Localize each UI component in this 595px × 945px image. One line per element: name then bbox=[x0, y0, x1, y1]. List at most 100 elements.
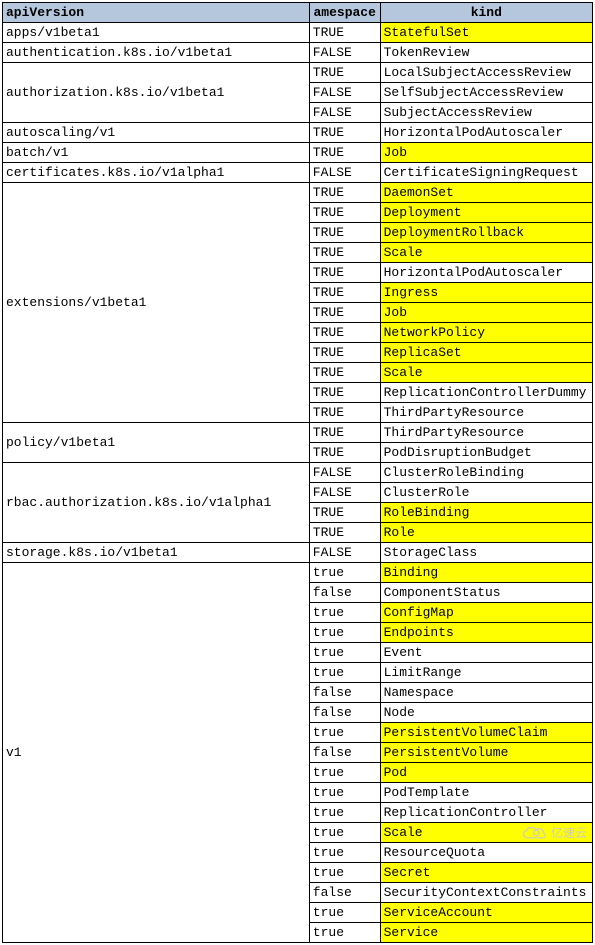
namespace-cell: TRUE bbox=[309, 423, 380, 443]
apiversion-cell: policy/v1beta1 bbox=[3, 423, 310, 463]
namespace-cell: true bbox=[309, 863, 380, 883]
namespace-cell: FALSE bbox=[309, 163, 380, 183]
table-row: autoscaling/v1TRUEHorizontalPodAutoscale… bbox=[3, 123, 593, 143]
namespace-cell: TRUE bbox=[309, 303, 380, 323]
namespace-cell: TRUE bbox=[309, 243, 380, 263]
kind-cell: Node bbox=[380, 703, 592, 723]
namespace-cell: true bbox=[309, 923, 380, 943]
kind-cell: HorizontalPodAutoscaler bbox=[380, 263, 592, 283]
kind-cell: Scale bbox=[380, 823, 592, 843]
namespace-cell: true bbox=[309, 903, 380, 923]
namespace-cell: true bbox=[309, 843, 380, 863]
namespace-cell: TRUE bbox=[309, 63, 380, 83]
kind-cell: ServiceAccount bbox=[380, 903, 592, 923]
kind-cell: PodDisruptionBudget bbox=[380, 443, 592, 463]
kind-cell: StorageClass bbox=[380, 543, 592, 563]
namespace-cell: TRUE bbox=[309, 383, 380, 403]
namespace-cell: FALSE bbox=[309, 483, 380, 503]
namespace-cell: true bbox=[309, 663, 380, 683]
kind-cell: Deployment bbox=[380, 203, 592, 223]
table-row: batch/v1TRUEJob bbox=[3, 143, 593, 163]
table-row: apps/v1beta1TRUEStatefulSet bbox=[3, 23, 593, 43]
namespace-cell: TRUE bbox=[309, 523, 380, 543]
kind-cell: PodTemplate bbox=[380, 783, 592, 803]
kind-cell: PersistentVolumeClaim bbox=[380, 723, 592, 743]
namespace-cell: TRUE bbox=[309, 203, 380, 223]
namespace-cell: FALSE bbox=[309, 43, 380, 63]
kind-cell: PersistentVolume bbox=[380, 743, 592, 763]
apiversion-cell: authentication.k8s.io/v1beta1 bbox=[3, 43, 310, 63]
header-row: apiVersion amespace kind bbox=[3, 3, 593, 23]
kind-cell: ReplicationControllerDummy bbox=[380, 383, 592, 403]
namespace-cell: false bbox=[309, 743, 380, 763]
apiversion-cell: rbac.authorization.k8s.io/v1alpha1 bbox=[3, 463, 310, 543]
namespace-cell: true bbox=[309, 643, 380, 663]
namespace-cell: TRUE bbox=[309, 123, 380, 143]
kind-cell: ReplicationController bbox=[380, 803, 592, 823]
apiversion-cell: autoscaling/v1 bbox=[3, 123, 310, 143]
namespace-cell: FALSE bbox=[309, 543, 380, 563]
namespace-cell: true bbox=[309, 603, 380, 623]
namespace-cell: false bbox=[309, 683, 380, 703]
kind-cell: ResourceQuota bbox=[380, 843, 592, 863]
table-row: rbac.authorization.k8s.io/v1alpha1FALSEC… bbox=[3, 463, 593, 483]
kind-cell: Binding bbox=[380, 563, 592, 583]
namespace-cell: TRUE bbox=[309, 23, 380, 43]
kind-cell: Job bbox=[380, 143, 592, 163]
namespace-cell: FALSE bbox=[309, 463, 380, 483]
kind-cell: StatefulSet bbox=[380, 23, 592, 43]
namespace-cell: false bbox=[309, 703, 380, 723]
kind-cell: RoleBinding bbox=[380, 503, 592, 523]
apiversion-cell: v1 bbox=[3, 563, 310, 943]
apiversion-cell: batch/v1 bbox=[3, 143, 310, 163]
namespace-cell: TRUE bbox=[309, 503, 380, 523]
header-namespace: amespace bbox=[309, 3, 380, 23]
kind-cell: NetworkPolicy bbox=[380, 323, 592, 343]
kind-cell: SelfSubjectAccessReview bbox=[380, 83, 592, 103]
namespace-cell: TRUE bbox=[309, 363, 380, 383]
namespace-cell: true bbox=[309, 563, 380, 583]
kind-cell: Scale bbox=[380, 243, 592, 263]
namespace-cell: true bbox=[309, 783, 380, 803]
kind-cell: ThirdPartyResource bbox=[380, 423, 592, 443]
header-apiversion: apiVersion bbox=[3, 3, 310, 23]
apiversion-cell: apps/v1beta1 bbox=[3, 23, 310, 43]
namespace-cell: FALSE bbox=[309, 83, 380, 103]
kind-cell: HorizontalPodAutoscaler bbox=[380, 123, 592, 143]
kind-cell: Namespace bbox=[380, 683, 592, 703]
namespace-cell: TRUE bbox=[309, 143, 380, 163]
kind-cell: ReplicaSet bbox=[380, 343, 592, 363]
apiversion-cell: storage.k8s.io/v1beta1 bbox=[3, 543, 310, 563]
kind-cell: DaemonSet bbox=[380, 183, 592, 203]
kind-cell: Event bbox=[380, 643, 592, 663]
namespace-cell: true bbox=[309, 803, 380, 823]
namespace-cell: false bbox=[309, 883, 380, 903]
kind-cell: SecurityContextConstraints bbox=[380, 883, 592, 903]
table-row: extensions/v1beta1TRUEDaemonSet bbox=[3, 183, 593, 203]
kind-cell: ComponentStatus bbox=[380, 583, 592, 603]
table-row: storage.k8s.io/v1beta1FALSEStorageClass bbox=[3, 543, 593, 563]
kind-cell: LocalSubjectAccessReview bbox=[380, 63, 592, 83]
kind-cell: Service bbox=[380, 923, 592, 943]
kind-cell: ConfigMap bbox=[380, 603, 592, 623]
table-row: authorization.k8s.io/v1beta1TRUELocalSub… bbox=[3, 63, 593, 83]
table-row: policy/v1beta1TRUEThirdPartyResource bbox=[3, 423, 593, 443]
kind-cell: LimitRange bbox=[380, 663, 592, 683]
kind-cell: ThirdPartyResource bbox=[380, 403, 592, 423]
table-row: authentication.k8s.io/v1beta1FALSETokenR… bbox=[3, 43, 593, 63]
kind-cell: CertificateSigningRequest bbox=[380, 163, 592, 183]
namespace-cell: TRUE bbox=[309, 183, 380, 203]
kind-cell: DeploymentRollback bbox=[380, 223, 592, 243]
namespace-cell: TRUE bbox=[309, 343, 380, 363]
namespace-cell: TRUE bbox=[309, 403, 380, 423]
kind-cell: Pod bbox=[380, 763, 592, 783]
namespace-cell: true bbox=[309, 723, 380, 743]
kind-cell: ClusterRole bbox=[380, 483, 592, 503]
apiversion-cell: certificates.k8s.io/v1alpha1 bbox=[3, 163, 310, 183]
kind-cell: SubjectAccessReview bbox=[380, 103, 592, 123]
namespace-cell: TRUE bbox=[309, 263, 380, 283]
header-kind: kind bbox=[380, 3, 592, 23]
kind-cell: Scale bbox=[380, 363, 592, 383]
namespace-cell: TRUE bbox=[309, 223, 380, 243]
kind-cell: TokenReview bbox=[380, 43, 592, 63]
